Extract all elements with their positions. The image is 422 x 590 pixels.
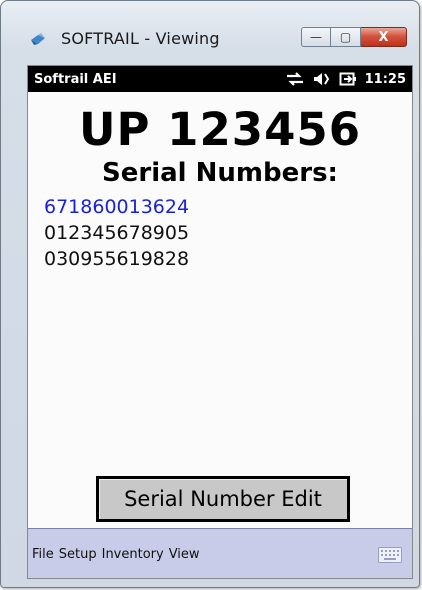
- serial-item-selected[interactable]: 671860013624: [44, 194, 189, 220]
- unit-number: UP 123456: [78, 103, 362, 156]
- status-icons: 11:25: [285, 71, 406, 87]
- title-bar[interactable]: SOFTRAIL - Viewing — ▢ X: [1, 1, 419, 59]
- serial-list: 671860013624 012345678905 030955619828: [44, 194, 189, 272]
- serial-item[interactable]: 030955619828: [44, 246, 189, 272]
- status-bar: Softrail AEI 11:25: [28, 66, 412, 92]
- serial-item[interactable]: 012345678905: [44, 220, 189, 246]
- menu-inventory[interactable]: Inventory: [102, 547, 164, 562]
- app-icon: [31, 33, 45, 45]
- serial-numbers-heading: Serial Numbers:: [102, 158, 338, 188]
- menu-bar: File Setup Inventory View: [28, 528, 412, 578]
- menu-setup[interactable]: Setup: [59, 547, 97, 562]
- window-controls: — ▢ X: [301, 27, 407, 49]
- window-title: SOFTRAIL - Viewing: [61, 29, 220, 48]
- menu-file[interactable]: File: [32, 547, 54, 562]
- status-app-name: Softrail AEI: [34, 71, 117, 87]
- sync-arrows-icon[interactable]: [285, 72, 305, 86]
- device-screen: Softrail AEI 11:25 UP 123456 Serial Numb…: [27, 65, 413, 579]
- maximize-button[interactable]: ▢: [331, 27, 361, 47]
- battery-plug-icon[interactable]: [339, 71, 357, 87]
- keyboard-icon[interactable]: [378, 546, 402, 563]
- minimize-button[interactable]: —: [301, 27, 331, 47]
- close-icon: X: [378, 29, 389, 45]
- status-time[interactable]: 11:25: [365, 72, 406, 87]
- maximize-icon: ▢: [339, 30, 352, 44]
- app-window: SOFTRAIL - Viewing — ▢ X Softrail AEI 11…: [0, 0, 420, 588]
- menu-view[interactable]: View: [169, 547, 200, 562]
- speaker-icon[interactable]: [313, 71, 331, 87]
- serial-number-edit-button[interactable]: Serial Number Edit: [96, 476, 350, 522]
- close-button[interactable]: X: [361, 27, 407, 47]
- minimize-icon: —: [310, 30, 322, 44]
